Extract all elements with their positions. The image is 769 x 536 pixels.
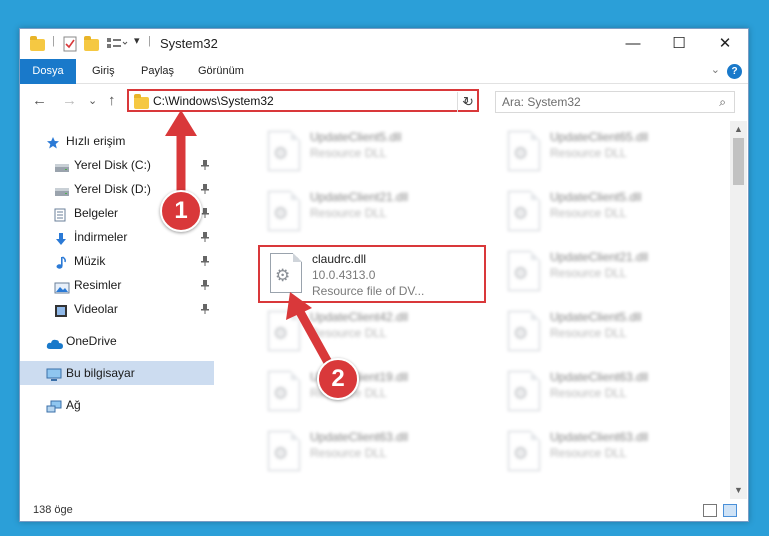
step-1-badge: 1 bbox=[160, 190, 202, 232]
annotation-arrows bbox=[165, 110, 339, 378]
arrow-1 bbox=[165, 110, 197, 200]
step-2-badge: 2 bbox=[317, 358, 359, 400]
